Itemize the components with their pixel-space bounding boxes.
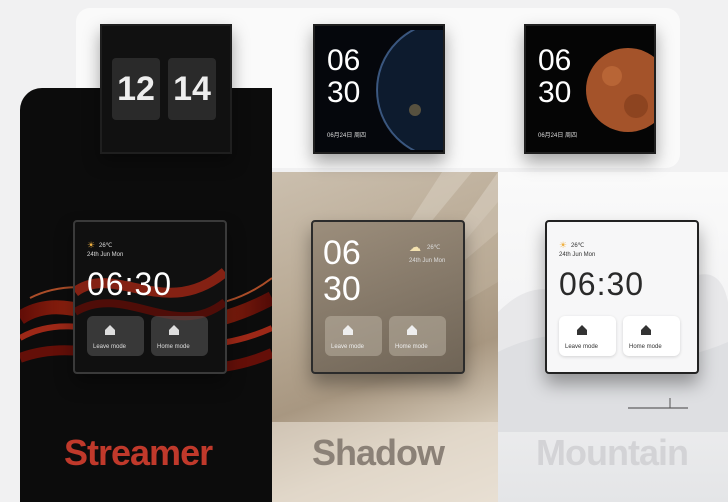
shadow-panel[interactable]: 06 30 ☁ 26℃ 24th Jun Mon Leave mode Home… (311, 220, 465, 374)
streamer-time: 06:30 (87, 266, 173, 302)
person-icon (169, 322, 179, 335)
person-icon (407, 322, 417, 335)
mountain-time: 06:30 (559, 266, 645, 302)
flip-hours: 12 (112, 58, 160, 120)
shadow-temperature: 26℃ (427, 245, 441, 251)
mars-date: 06月24日 周四 (538, 133, 578, 139)
leave-mode-label: Leave mode (331, 344, 365, 350)
home-icon (343, 322, 353, 335)
person-icon (641, 322, 651, 335)
leave-mode-label: Leave mode (93, 344, 127, 350)
leave-mode-button[interactable]: Leave mode (559, 316, 616, 356)
flip-clock-preview[interactable]: AM 12 14 (100, 24, 232, 154)
home-mode-label: Home mode (157, 344, 190, 350)
streamer-date: 24th Jun Mon (87, 252, 124, 258)
mars-hours: 06 (538, 44, 572, 77)
leave-mode-label: Leave mode (565, 344, 599, 350)
cloud-icon: ☁ (409, 240, 421, 254)
earth-date: 06月24日 周四 (327, 133, 367, 139)
earth-minutes: 30 (327, 76, 361, 109)
mars-minutes: 30 (538, 76, 572, 109)
theme-name-shadow: Shadow (312, 432, 445, 473)
streamer-temperature: 26℃ (99, 243, 113, 249)
shadow-minutes: 30 (323, 270, 361, 308)
mars-clock-preview[interactable]: 06 30 06月24日 周四 (524, 24, 656, 154)
leave-mode-button[interactable]: Leave mode (87, 316, 144, 356)
home-icon (105, 322, 115, 335)
weather-icon: ☀ (559, 240, 568, 250)
home-icon (577, 322, 587, 335)
home-mode-label: Home mode (395, 344, 428, 350)
home-mode-button[interactable]: Home mode (151, 316, 208, 356)
theme-name-mountain: Mountain (536, 432, 689, 473)
mountain-temperature: 26℃ (571, 243, 585, 249)
mountain-panel[interactable]: ☀ 26℃ 24th Jun Mon 06:30 Leave mode Home… (545, 220, 699, 374)
earth-hours: 06 (327, 44, 361, 77)
weather-icon: ☀ (87, 240, 96, 250)
flip-minutes: 14 (168, 58, 216, 120)
shadow-hours: 06 (323, 234, 361, 272)
home-mode-button[interactable]: Home mode (389, 316, 446, 356)
mountain-date: 24th Jun Mon (559, 252, 596, 258)
streamer-panel[interactable]: ☀ 26℃ 24th Jun Mon 06:30 Leave mode Home… (73, 220, 227, 374)
theme-name-streamer: Streamer (64, 432, 213, 473)
earth-image (376, 30, 443, 150)
earth-clock-preview[interactable]: 06 30 06月24日 周四 (313, 24, 445, 154)
mars-image (586, 48, 654, 132)
home-mode-label: Home mode (629, 344, 662, 350)
home-mode-button[interactable]: Home mode (623, 316, 680, 356)
shadow-date: 24th Jun Mon (409, 258, 446, 264)
leave-mode-button[interactable]: Leave mode (325, 316, 382, 356)
